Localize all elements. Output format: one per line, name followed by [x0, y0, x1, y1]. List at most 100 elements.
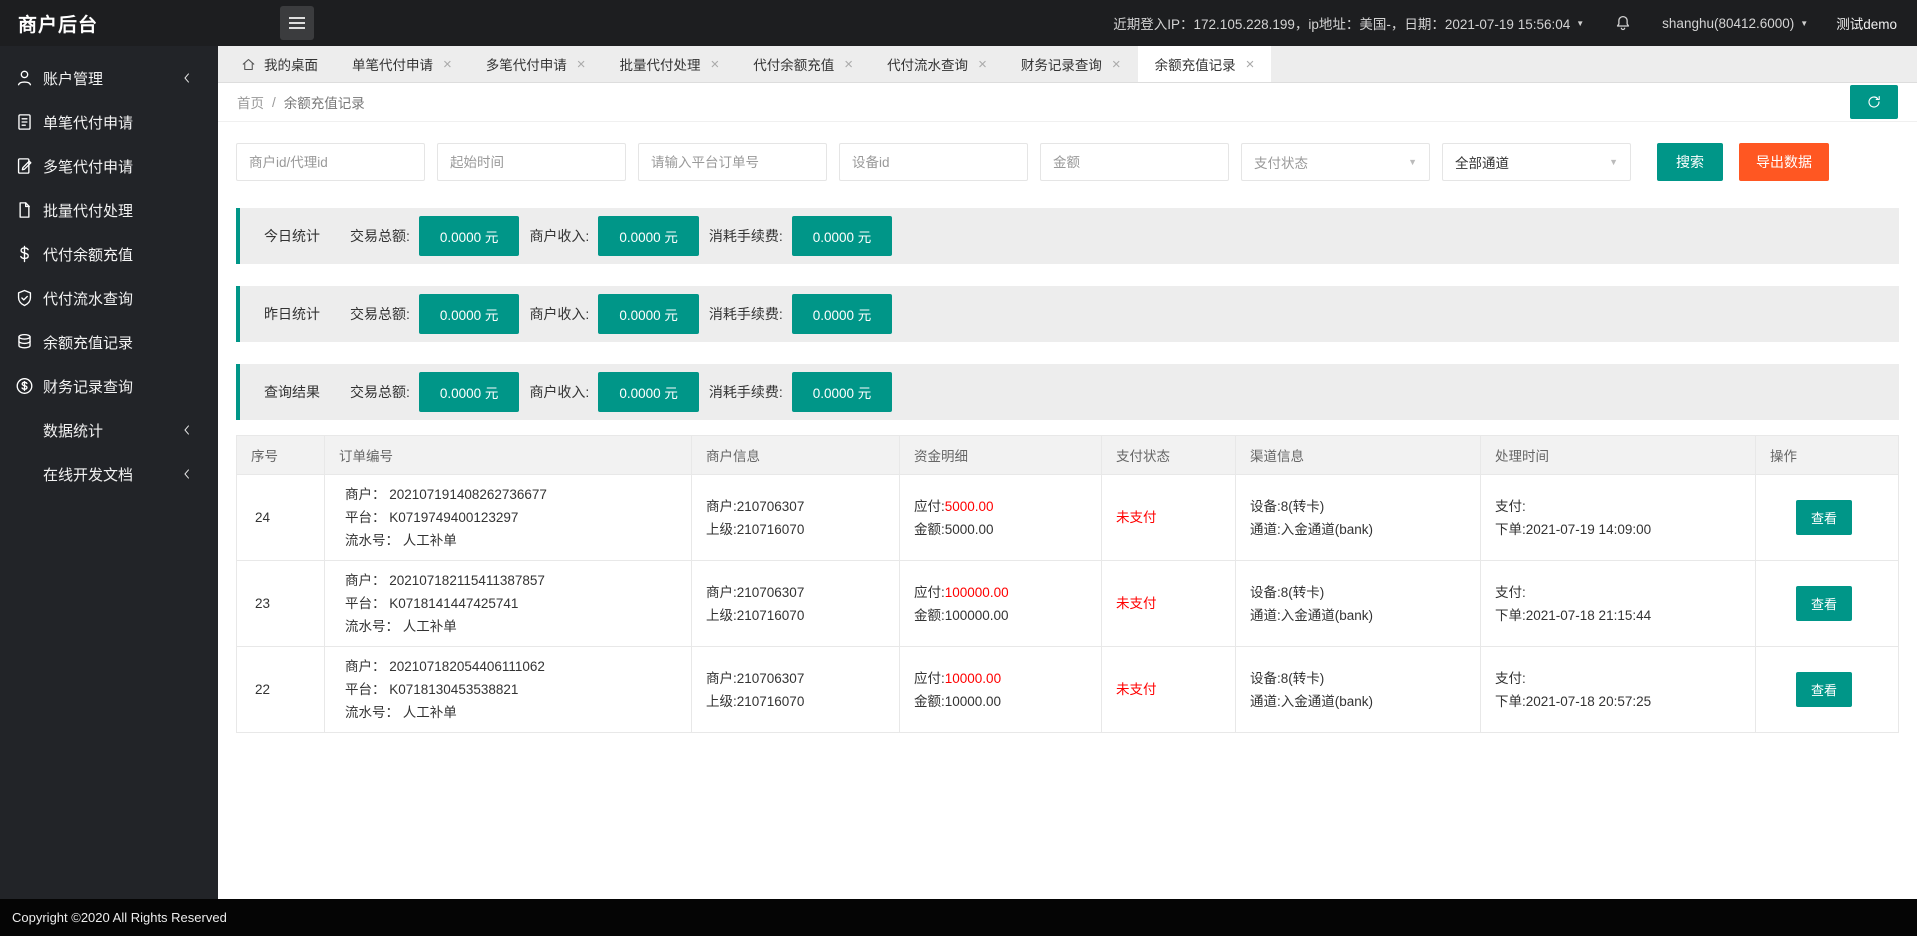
payable-line: 应付:10000.00 — [914, 667, 1087, 690]
table-row: 24 商户： 202107191408262736677平台： K0719749… — [237, 475, 1899, 561]
filter-input[interactable] — [839, 143, 1028, 181]
filter-input[interactable] — [437, 143, 626, 181]
sidebar-menu: 账户管理 单笔代付申请 多笔代付申请 批量代付处理 代付余额充值 代付流水查询 … — [0, 46, 218, 899]
sidebar-item[interactable]: 财务记录查询 — [0, 364, 218, 408]
sidebar-item-label: 批量代付处理 — [43, 200, 133, 221]
sidebar-item[interactable]: 代付流水查询 — [0, 276, 218, 320]
cell-merchant-info: 商户:210706307上级:210716070 — [692, 647, 900, 733]
amount-line: 金额:100000.00 — [914, 604, 1087, 627]
tab[interactable]: 我的桌面 — [224, 46, 335, 82]
login-info-dropdown[interactable]: 近期登入IP：172.105.228.199，ip地址：美国-，日期：2021-… — [1113, 13, 1584, 33]
sidebar-item[interactable]: 数据统计 — [0, 408, 218, 452]
cell-line: 商户： 202107182115411387857 — [345, 569, 677, 592]
top-header: 商户后台 近期登入IP：172.105.228.199，ip地址：美国-，日期：… — [0, 0, 1917, 46]
close-icon[interactable]: × — [844, 57, 853, 72]
table-column-header: 序号 — [237, 436, 325, 475]
tab-label: 代付余额充值 — [753, 54, 834, 74]
tab[interactable]: 单笔代付申请 × — [335, 46, 469, 82]
tab[interactable]: 多笔代付申请 × — [469, 46, 603, 82]
filter-input[interactable] — [638, 143, 827, 181]
notification-bell-icon[interactable] — [1614, 14, 1632, 32]
sidebar-item-label: 数据统计 — [43, 420, 103, 441]
tab[interactable]: 财务记录查询 × — [1004, 46, 1138, 82]
cell-merchant-info: 商户:210706307上级:210716070 — [692, 475, 900, 561]
tab[interactable]: 代付流水查询 × — [870, 46, 1004, 82]
close-icon[interactable]: × — [711, 57, 720, 72]
filter-input[interactable] — [1040, 143, 1229, 181]
stats-metrics: 交易总额: 0.0000 元 商户收入: 0.0000 元 消耗手续费: 0.0… — [350, 216, 902, 256]
view-button[interactable]: 查看 — [1796, 500, 1852, 535]
stats-row: 昨日统计 交易总额: 0.0000 元 商户收入: 0.0000 元 消耗手续费… — [236, 286, 1899, 342]
breadcrumb-home-link[interactable]: 首页 — [237, 92, 264, 112]
payable-label: 应付: — [914, 671, 945, 686]
hamburger-menu-icon[interactable] — [280, 6, 314, 40]
tab[interactable]: 批量代付处理 × — [603, 46, 737, 82]
refresh-button[interactable] — [1850, 85, 1898, 119]
stat-metric-value-badge: 0.0000 元 — [598, 294, 699, 334]
stat-metric-label: 消耗手续费: — [709, 382, 783, 402]
stat-metric-value-badge: 0.0000 元 — [598, 216, 699, 256]
stat-metric: 商户收入: 0.0000 元 — [529, 216, 698, 256]
view-button[interactable]: 查看 — [1796, 586, 1852, 621]
sidebar-item-label: 在线开发文档 — [43, 464, 133, 485]
sidebar-item[interactable]: 余额充值记录 — [0, 320, 218, 364]
close-icon[interactable]: × — [577, 57, 586, 72]
payable-value: 10000.00 — [945, 671, 1001, 686]
filter-select[interactable]: 全部通道 ▼ — [1442, 143, 1631, 181]
cell-seq: 24 — [237, 475, 325, 561]
sidebar-item[interactable]: 多笔代付申请 — [0, 144, 218, 188]
tab-label: 单笔代付申请 — [352, 54, 433, 74]
breadcrumb: 首页 / 余额充值记录 — [218, 83, 1917, 122]
chevron-down-icon: ▼ — [1800, 19, 1808, 28]
breadcrumb-separator: / — [272, 95, 276, 110]
cell-line: 下单:2021-07-19 14:09:00 — [1495, 518, 1741, 541]
export-data-button[interactable]: 导出数据 — [1739, 143, 1829, 181]
stat-metric-label: 交易总额: — [350, 382, 410, 402]
stats-row-title: 今日统计 — [264, 226, 320, 246]
table-column-header: 渠道信息 — [1236, 436, 1481, 475]
cell-line: 平台： K0719749400123297 — [345, 506, 677, 529]
close-icon[interactable]: × — [978, 57, 987, 72]
sidebar-item-label: 账户管理 — [43, 68, 103, 89]
tab[interactable]: 余额充值记录 × — [1138, 46, 1272, 82]
filter-input[interactable] — [236, 143, 425, 181]
app-title: 商户后台 — [0, 10, 218, 37]
stat-metric-value-badge: 0.0000 元 — [419, 294, 520, 334]
close-icon[interactable]: × — [1112, 57, 1121, 72]
sidebar-item[interactable]: 账户管理 — [0, 56, 218, 100]
demo-link[interactable]: 测试demo — [1836, 13, 1897, 33]
filter-select[interactable]: 支付状态 ▼ — [1241, 143, 1430, 181]
stat-metric-value-badge: 0.0000 元 — [598, 372, 699, 412]
sidebar-item[interactable]: 单笔代付申请 — [0, 100, 218, 144]
sidebar-item[interactable]: 在线开发文档 — [0, 452, 218, 496]
payable-line: 应付:100000.00 — [914, 581, 1087, 604]
cell-seq: 23 — [237, 561, 325, 647]
stats-metrics: 交易总额: 0.0000 元 商户收入: 0.0000 元 消耗手续费: 0.0… — [350, 372, 902, 412]
dollar-circle-icon — [15, 377, 34, 396]
table-column-header: 商户信息 — [692, 436, 900, 475]
sidebar-item[interactable]: 代付余额充值 — [0, 232, 218, 276]
cell-process-time: 支付:下单:2021-07-18 21:15:44 — [1481, 561, 1756, 647]
close-icon[interactable]: × — [1246, 57, 1255, 72]
view-button[interactable]: 查看 — [1796, 672, 1852, 707]
tab[interactable]: 代付余额充值 × — [736, 46, 870, 82]
cell-line: 设备:8(转卡) — [1250, 667, 1466, 690]
filter-select-value: 支付状态 — [1254, 152, 1308, 172]
cell-line: 上级:210716070 — [706, 518, 885, 541]
tab-bar: 我的桌面 单笔代付申请 × 多笔代付申请 × 批量代付处理 × 代付余额充值 ×… — [218, 46, 1917, 83]
cell-funds-detail: 应付:5000.00 金额:5000.00 — [900, 475, 1102, 561]
cell-line: 平台： K0718130453538821 — [345, 678, 677, 701]
payable-label: 应付: — [914, 585, 945, 600]
tab-label: 我的桌面 — [264, 54, 318, 74]
home-icon — [241, 57, 256, 72]
sidebar-item-label: 多笔代付申请 — [43, 156, 133, 177]
search-button[interactable]: 搜索 — [1657, 143, 1723, 181]
user-dropdown[interactable]: shanghu(80412.6000) ▼ — [1662, 16, 1808, 31]
chevron-left-icon — [180, 423, 194, 437]
cell-line: 通道:入金通道(bank) — [1250, 518, 1466, 541]
cell-line: 支付: — [1495, 495, 1741, 518]
cell-line: 商户： 202107191408262736677 — [345, 483, 677, 506]
sidebar-item[interactable]: 批量代付处理 — [0, 188, 218, 232]
cell-pay-status: 未支付 — [1102, 561, 1236, 647]
close-icon[interactable]: × — [443, 57, 452, 72]
